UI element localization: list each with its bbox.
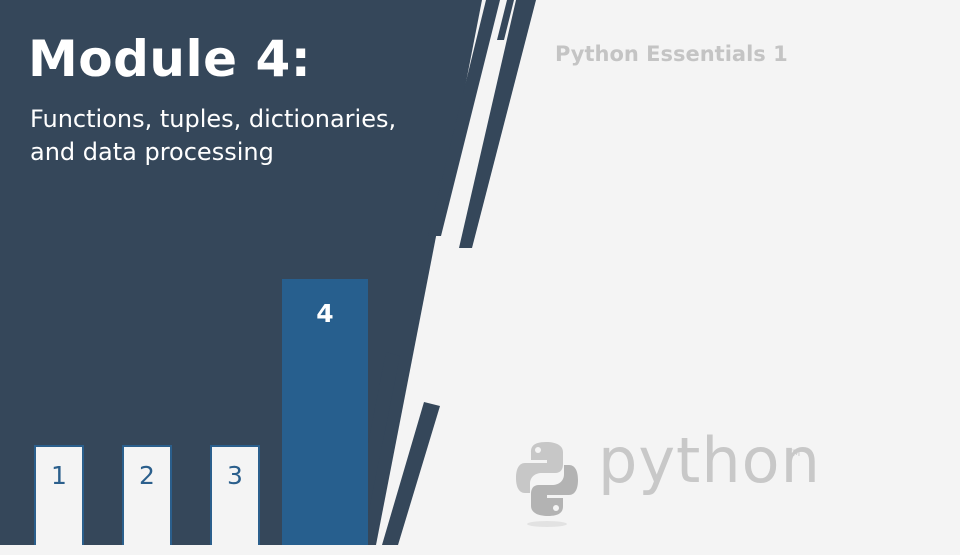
course-name: Python Essentials 1 [555,42,788,66]
bottom-strip [0,545,960,555]
step-label: 1 [51,461,67,490]
module-subtitle: Functions, tuples, dictionaries, and dat… [30,103,450,169]
python-wordmark: python [598,424,821,497]
step-label: 4 [316,299,334,328]
step-4-active: 4 [282,279,368,545]
step-2: 2 [122,445,172,545]
subtitle-line: Functions, tuples, dictionaries, [30,105,397,133]
step-3: 3 [210,445,260,545]
python-logo-icon [516,442,578,527]
step-1: 1 [34,445,84,545]
step-label: 3 [227,461,243,490]
subtitle-line: and data processing [30,138,274,166]
trademark-symbol: TM [787,449,801,459]
module-title: Module 4: [28,30,312,88]
step-label: 2 [139,461,155,490]
slide: Module 4: Functions, tuples, dictionarie… [0,0,960,555]
